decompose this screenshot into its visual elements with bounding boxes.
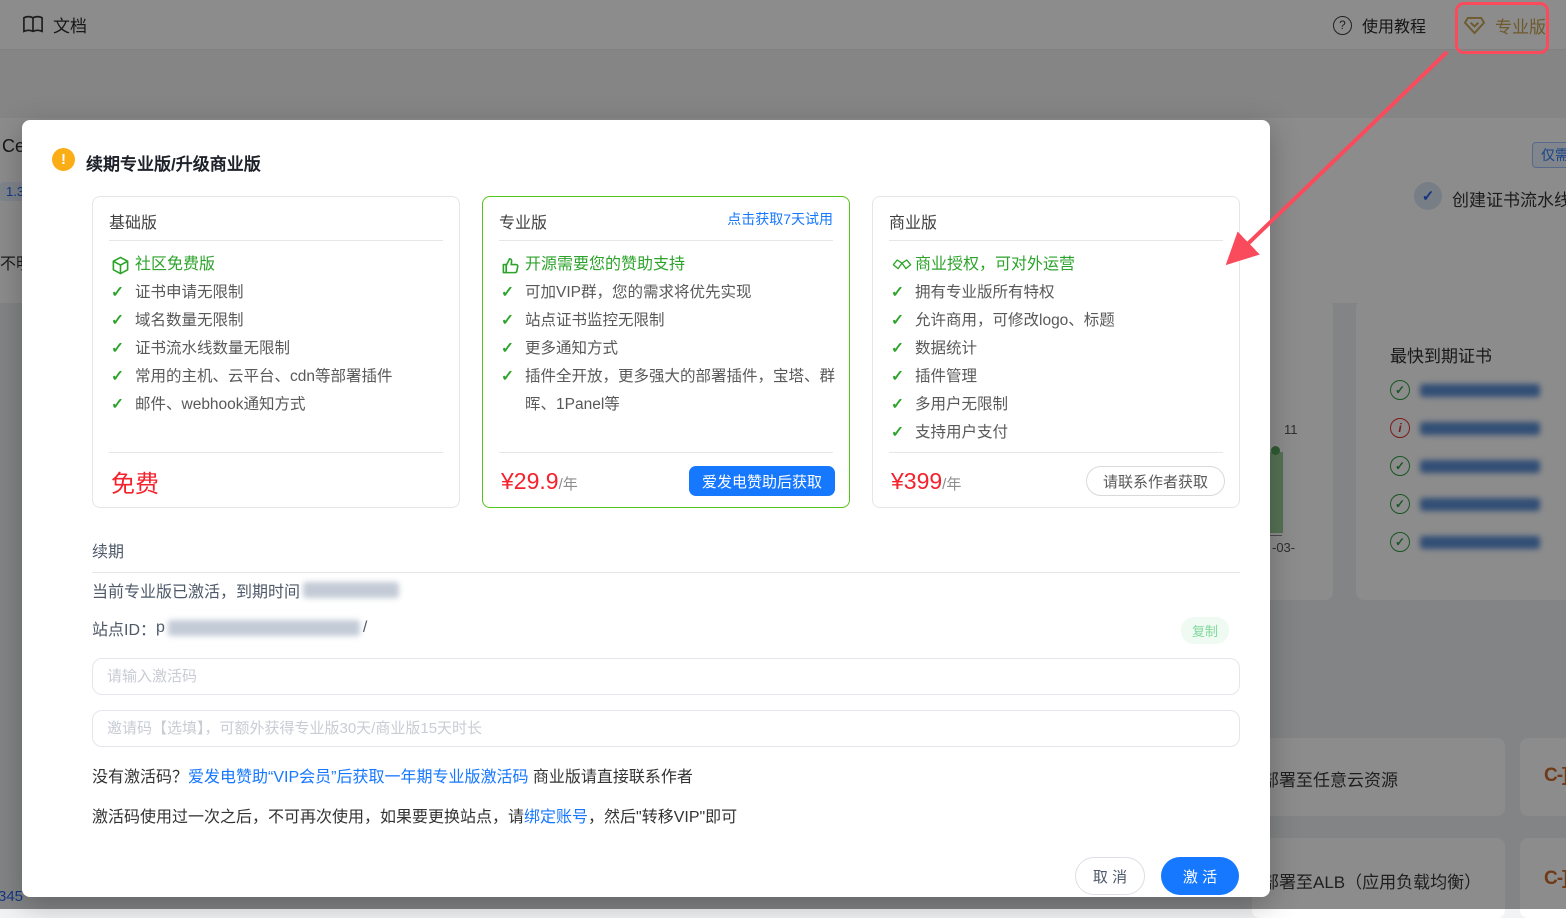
site-id-suffix: /: [362, 619, 368, 636]
thumbs-up-icon: [501, 251, 525, 279]
check-icon: [501, 279, 525, 307]
plan-feature: 邮件、webhook通知方式: [135, 396, 306, 413]
check-icon: [111, 363, 135, 391]
plan-feature: 更多通知方式: [525, 340, 619, 357]
plan-price: 免费: [111, 470, 159, 498]
activation-status-text: 当前专业版已激活，到期时间: [92, 584, 301, 601]
plan-feature: 允许商用，可修改logo、标题: [915, 312, 1115, 329]
upgrade-renew-dialog: 续期专业版/升级商业版 基础版 社区免费版 证书申请无限制 域名数量无限制 证书…: [22, 120, 1270, 897]
warning-icon: [52, 148, 75, 171]
check-icon: [891, 419, 915, 447]
plan-feature: 插件全开放，更多强大的部署插件，宝塔、群晖、1Panel等: [525, 368, 836, 413]
copy-button[interactable]: 复制: [1181, 617, 1229, 644]
plan-feature: 证书流水线数量无限制: [135, 340, 291, 357]
help-text: 商业版请直接联系作者: [528, 769, 693, 786]
check-icon: [891, 391, 915, 419]
plan-name: 商业版: [889, 215, 938, 232]
contact-author-button[interactable]: 请联系作者获取: [1085, 466, 1225, 496]
check-icon: [891, 363, 915, 391]
plan-highlight: 开源需要您的赞助支持: [525, 256, 686, 273]
plan-card-pro: 专业版 点击获取7天试用 开源需要您的赞助支持 可加VIP群，您的需求将优先实现…: [482, 196, 850, 508]
trial-link[interactable]: 点击获取7天试用: [727, 209, 833, 229]
plan-feature: 证书申请无限制: [135, 284, 244, 301]
help-text: ，然后"转移VIP"即可: [588, 809, 738, 826]
site-id-label: 站点ID：: [92, 622, 157, 639]
plan-card-basic: 基础版 社区免费版 证书申请无限制 域名数量无限制 证书流水线数量无限制 常用的…: [92, 196, 460, 508]
annotation-highlight-box: [1455, 2, 1549, 54]
cube-icon: [111, 251, 135, 279]
help-text: 没有激活码？: [92, 769, 189, 786]
plan-feature: 多用户无限制: [915, 396, 1009, 413]
plan-feature: 支持用户支付: [915, 424, 1009, 441]
code-usage-help-line: 激活码使用过一次之后，不可再次使用，如果要更换站点，请绑定账号，然后"转移VIP…: [92, 803, 737, 827]
plan-feature: 可加VIP群，您的需求将优先实现: [525, 284, 752, 301]
divider: [109, 452, 443, 453]
plan-highlight: 社区免费版: [135, 256, 216, 273]
plan-feature: 常用的主机、云平台、cdn等部署插件: [135, 368, 393, 385]
divider: [499, 452, 833, 453]
plan-price-unit: /年: [942, 475, 962, 493]
plan-feature: 插件管理: [915, 368, 978, 385]
divider: [889, 452, 1223, 453]
check-icon: [111, 279, 135, 307]
activate-button[interactable]: 激 活: [1161, 857, 1239, 895]
plan-feature: 站点证书监控无限制: [525, 312, 665, 329]
check-icon: [501, 363, 525, 419]
handshake-icon: [891, 251, 915, 279]
plan-feature: 数据统计: [915, 340, 978, 357]
plan-price: ¥399: [891, 467, 943, 494]
cancel-button[interactable]: 取 消: [1075, 857, 1145, 895]
check-icon: [891, 335, 915, 363]
plan-card-business: 商业版 商业授权，可对外运营 拥有专业版所有特权 允许商用，可修改logo、标题…: [872, 196, 1240, 508]
expiry-date-redacted: [303, 582, 400, 598]
plan-price-unit: /年: [558, 475, 578, 493]
plan-price: ¥29.9: [501, 467, 559, 494]
check-icon: [891, 279, 915, 307]
site-id-prefix: p: [156, 619, 165, 636]
check-icon: [111, 391, 135, 419]
check-icon: [501, 307, 525, 335]
plan-name: 基础版: [109, 215, 158, 232]
plan-highlight: 商业授权，可对外运营: [915, 256, 1076, 273]
invite-code-input[interactable]: [92, 710, 1240, 747]
bind-account-link[interactable]: 绑定账号: [524, 809, 588, 826]
activation-code-input[interactable]: [92, 658, 1240, 695]
plan-feature: 拥有专业版所有特权: [915, 284, 1055, 301]
plan-name: 专业版: [499, 215, 548, 232]
dialog-title: 续期专业版/升级商业版: [86, 155, 261, 174]
site-id-line: 站点ID： p /: [92, 616, 367, 640]
check-icon: [891, 307, 915, 335]
plan-feature: 域名数量无限制: [135, 312, 244, 329]
no-code-help-line: 没有激活码？爱发电赞助“VIP会员”后获取一年期专业版激活码 商业版请直接联系作…: [92, 763, 693, 787]
check-icon: [111, 307, 135, 335]
help-text: 激活码使用过一次之后，不可再次使用，如果要更换站点，请: [92, 809, 525, 826]
sponsor-get-button[interactable]: 爱发电赞助后获取: [688, 466, 835, 496]
sponsor-vip-link[interactable]: 爱发电赞助“VIP会员”后获取一年期专业版激活码: [188, 769, 528, 786]
check-icon: [501, 335, 525, 363]
site-id-redacted: [167, 620, 360, 636]
renew-section-title: 续期: [92, 538, 1240, 573]
activation-status-line: 当前专业版已激活，到期时间: [92, 578, 402, 602]
check-icon: [111, 335, 135, 363]
